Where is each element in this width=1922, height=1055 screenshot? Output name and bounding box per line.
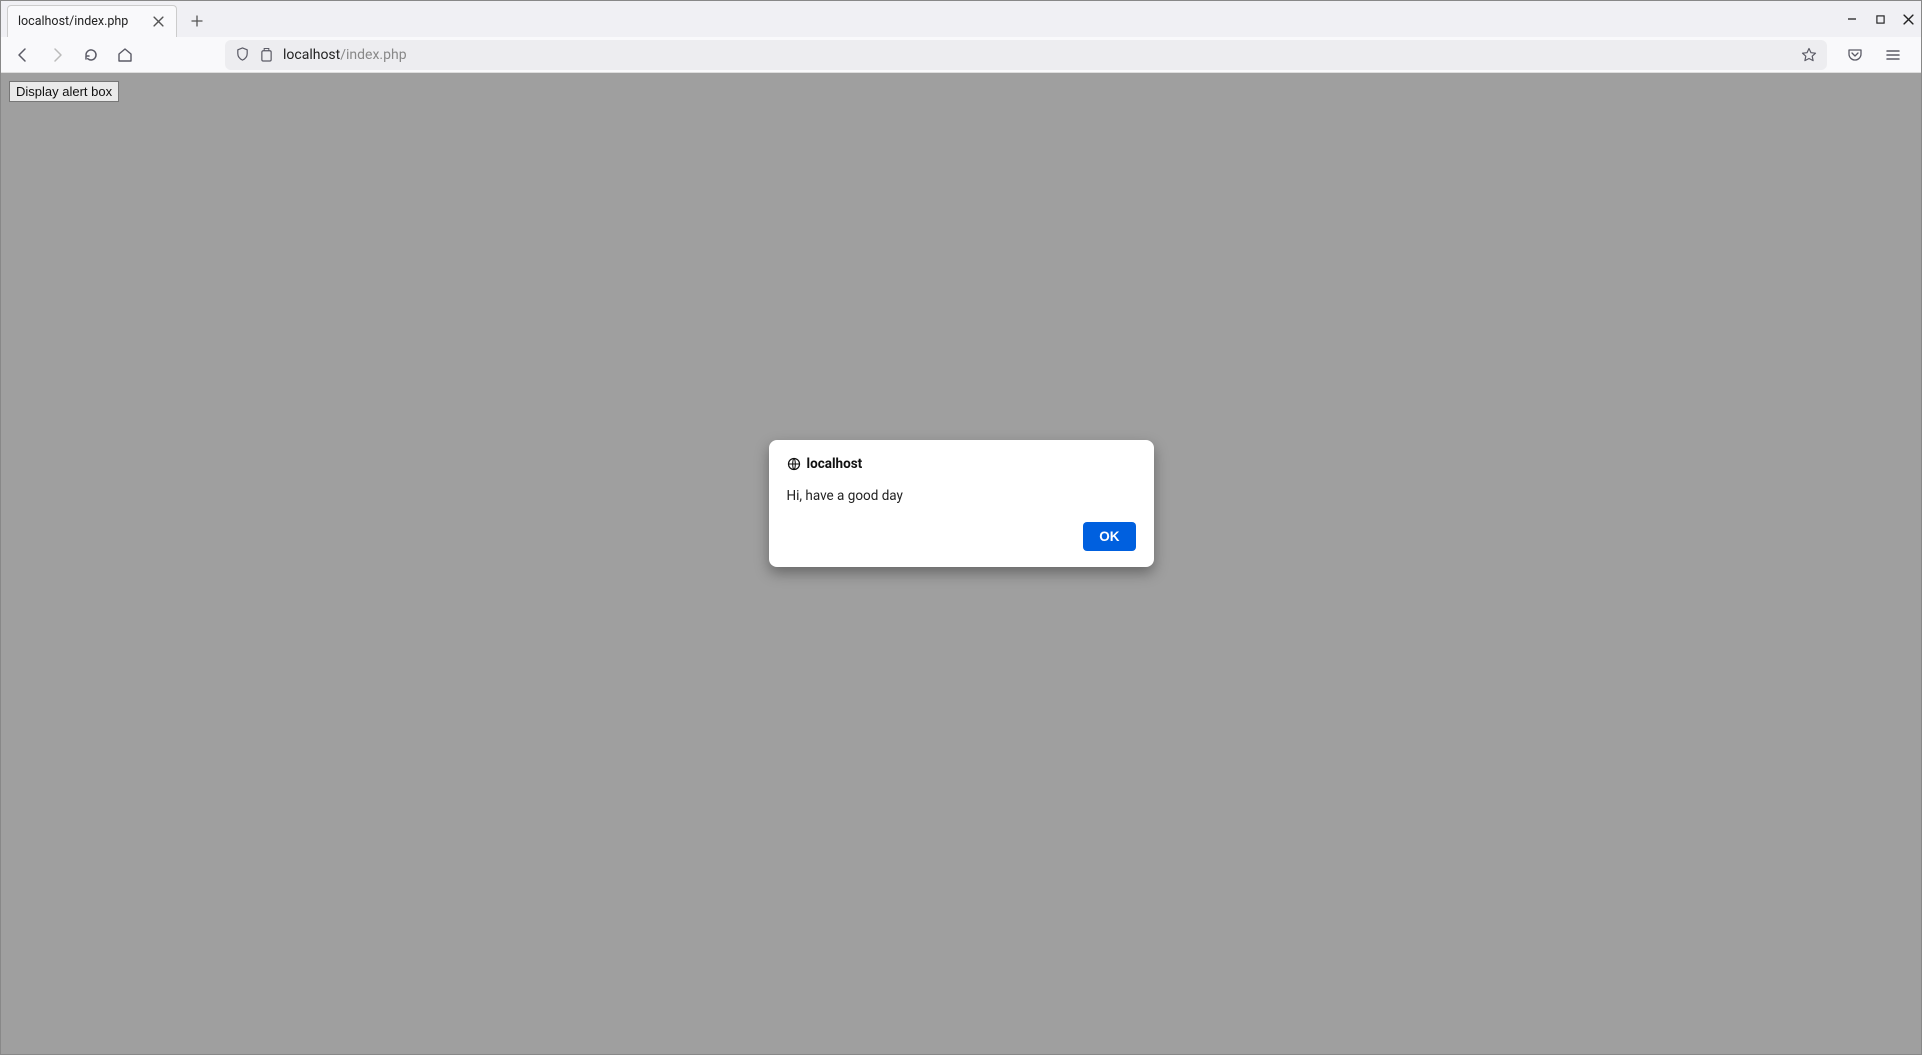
close-icon [153, 16, 164, 27]
alert-header: localhost [787, 456, 1136, 472]
forward-arrow-icon [49, 47, 65, 63]
url-text: localhost/index.php [283, 47, 1791, 63]
javascript-alert-dialog: localhost Hi, have a good day OK [769, 440, 1154, 567]
minimize-icon [1847, 14, 1857, 24]
alert-message: Hi, have a good day [787, 488, 1136, 504]
modal-overlay: localhost Hi, have a good day OK [1, 73, 1921, 1054]
alert-ok-button[interactable]: OK [1083, 522, 1135, 551]
maximize-icon [1876, 15, 1885, 24]
back-arrow-icon [15, 47, 31, 63]
reload-button[interactable] [77, 41, 105, 69]
maximize-window-button[interactable] [1873, 12, 1887, 26]
home-icon [117, 47, 133, 63]
close-tab-button[interactable] [150, 14, 166, 30]
navigation-toolbar: localhost/index.php [1, 37, 1921, 73]
tab-title: localhost/index.php [18, 14, 150, 29]
hamburger-icon [1885, 47, 1901, 63]
window-controls [1845, 1, 1915, 37]
url-host: localhost [283, 47, 340, 63]
back-button[interactable] [9, 41, 37, 69]
minimize-window-button[interactable] [1845, 12, 1859, 26]
close-window-button[interactable] [1901, 12, 1915, 26]
shield-icon[interactable] [235, 47, 250, 62]
address-bar[interactable]: localhost/index.php [225, 40, 1827, 70]
bookmark-button[interactable] [1801, 47, 1817, 63]
url-path: /index.php [340, 47, 406, 63]
star-icon [1801, 47, 1817, 63]
lock-icon[interactable] [260, 47, 273, 62]
toolbar-right [1841, 41, 1913, 69]
pocket-icon [1847, 47, 1863, 63]
tab-strip: localhost/index.php [1, 1, 1921, 37]
app-menu-button[interactable] [1879, 41, 1907, 69]
close-icon [1903, 14, 1914, 25]
globe-icon [787, 457, 801, 471]
plus-icon [191, 15, 203, 27]
pocket-button[interactable] [1841, 41, 1869, 69]
reload-icon [83, 47, 99, 63]
page-content: Display alert box localhost Hi, have a g… [1, 73, 1921, 1054]
forward-button[interactable] [43, 41, 71, 69]
home-button[interactable] [111, 41, 139, 69]
alert-origin: localhost [807, 456, 863, 472]
new-tab-button[interactable] [183, 7, 211, 35]
alert-actions: OK [787, 522, 1136, 551]
browser-tab[interactable]: localhost/index.php [7, 5, 177, 37]
